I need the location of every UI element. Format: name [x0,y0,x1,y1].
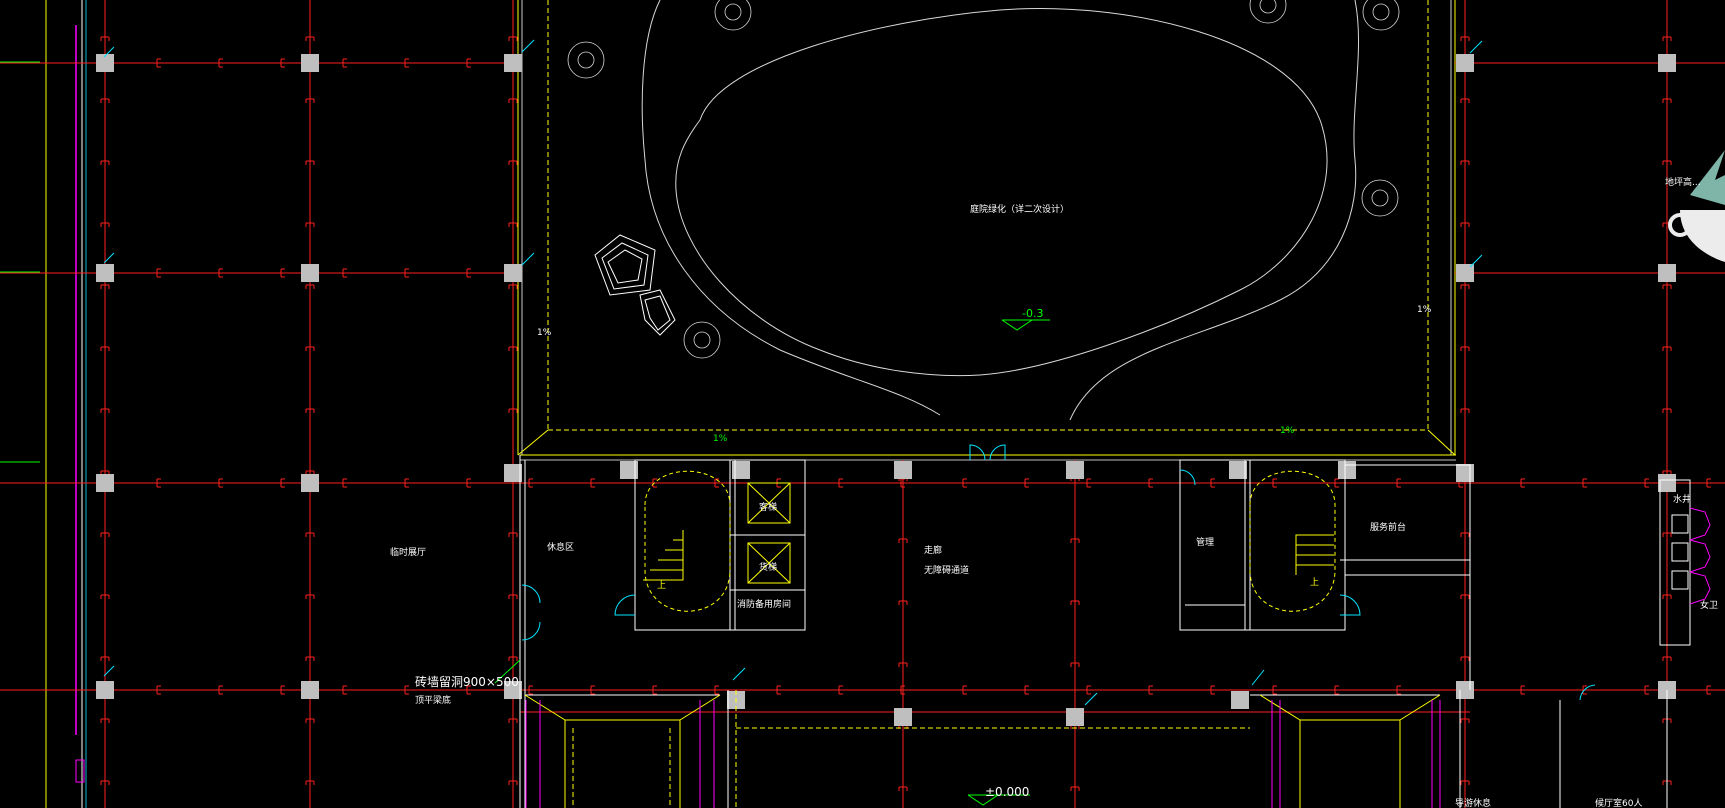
square-column-icon [504,464,522,482]
square-column-icon [1456,264,1474,282]
square-column-icon [1456,681,1474,699]
room-label-rest-area: 休息区 [547,541,574,553]
square-column-icon [1658,54,1676,72]
pond-level-label: -0.3 [1022,307,1043,320]
square-column-icon [1658,264,1676,282]
room-label-corridor: 走廊 [924,544,942,556]
cad-drawing-canvas[interactable]: 庭院绿化（详二次设计） -0.3 1% 1% 1% 1% 临时展厅 休息区 客梯… [0,0,1725,808]
square-column-icon [96,681,114,699]
square-column-icon [504,264,522,282]
square-column-icon [301,474,319,492]
garden-note-label: 庭院绿化（详二次设计） [970,203,1069,215]
square-column-icon [1229,461,1247,479]
slope-label-bottom-left: 1% [713,434,728,444]
opening-note-line2: 顶平梁底 [415,694,451,706]
floor-level-label: ±0.000 [985,785,1029,799]
room-label-water: 水井 [1673,493,1691,505]
square-column-icon [301,54,319,72]
room-label-reception: 服务前台 [1370,521,1406,533]
square-column-icon [894,708,912,726]
square-column-icon [894,461,912,479]
stair-up-left-label: 上 [657,580,666,591]
square-column-icon [1066,708,1084,726]
square-column-icon [1456,464,1474,482]
room-label-guest-elevator: 客梯 [759,501,777,513]
slope-label-bottom-right: 1% [1280,426,1295,436]
square-column-icon [1456,54,1474,72]
slope-label-right: 1% [1417,305,1432,315]
room-label-toilet: 女卫 [1700,599,1718,611]
room-label-fire-room: 消防备用房间 [737,598,791,610]
square-column-icon [301,264,319,282]
room-label-waiting-hall: 候厅室60人 [1595,797,1642,808]
square-column-icon [96,474,114,492]
room-label-accessible: 无障碍通道 [924,564,969,576]
stair-up-right-label: 上 [1310,577,1319,588]
square-column-icon [96,264,114,282]
opening-note-line1: 砖墙留洞900×500 [415,674,519,689]
square-column-icon [1338,461,1356,479]
square-column-icon [1658,474,1676,492]
room-label-freight-elevator: 货梯 [759,561,777,573]
square-column-icon [1066,461,1084,479]
square-column-icon [504,54,522,72]
right-edge-note: 地坪高... [1665,176,1701,188]
room-label-exhibition: 临时展厅 [390,546,426,558]
room-label-management: 管理 [1196,536,1214,548]
square-column-icon [301,681,319,699]
slope-label-left: 1% [537,328,552,338]
room-label-guide-rest: 导游休息 [1455,797,1491,808]
square-column-icon [1231,691,1249,709]
